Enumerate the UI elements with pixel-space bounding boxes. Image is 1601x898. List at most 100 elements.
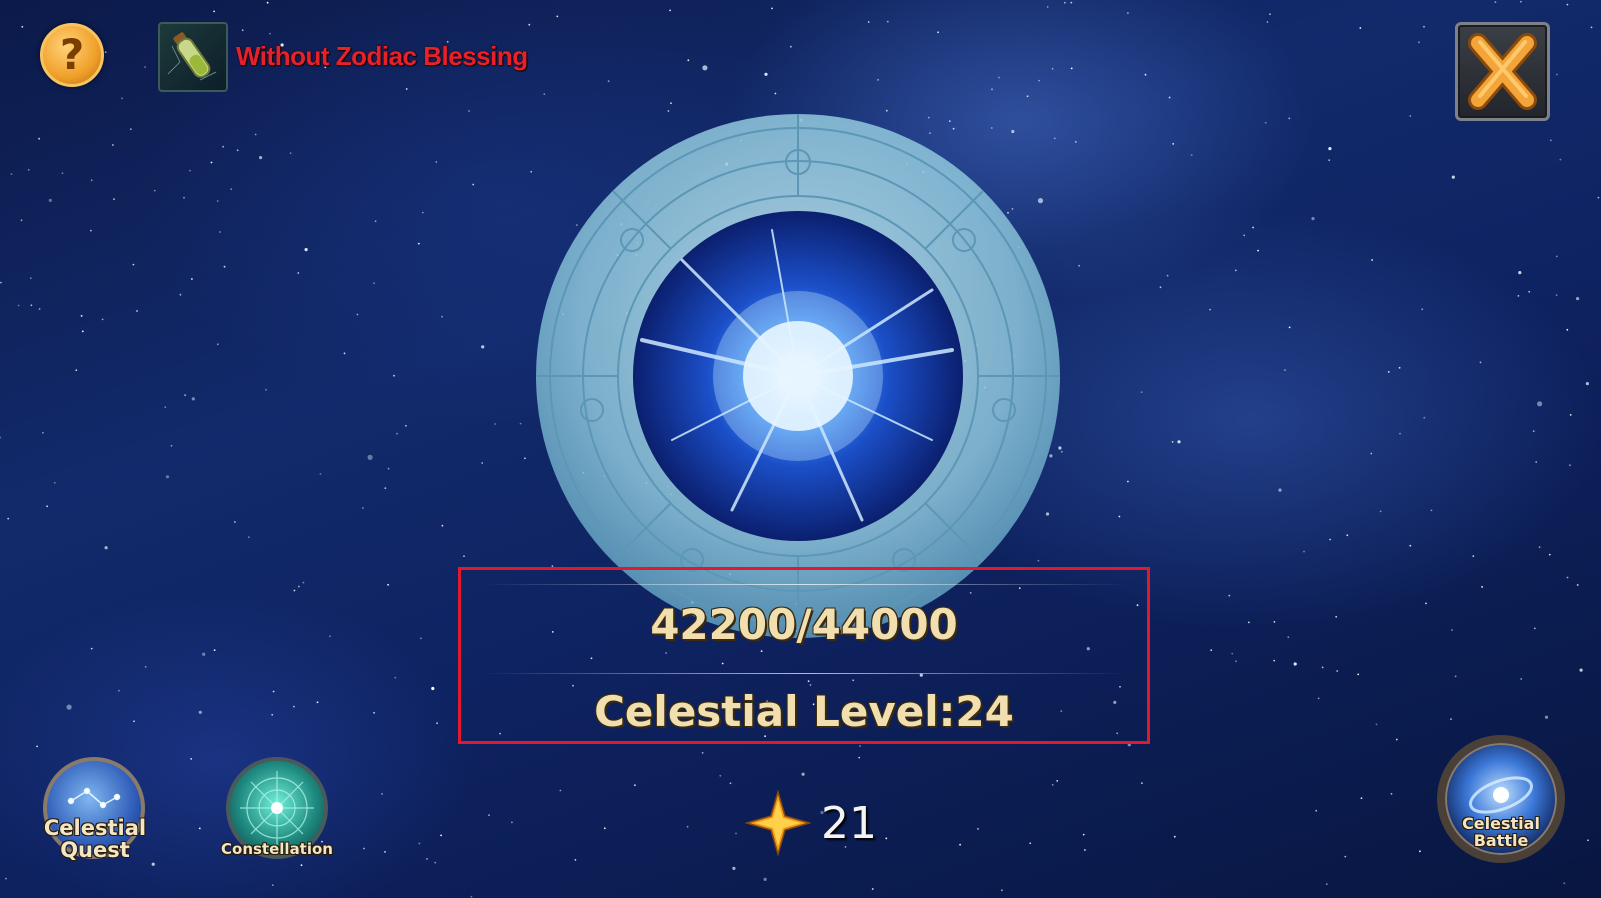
star-dot bbox=[1528, 290, 1531, 293]
star-dot bbox=[859, 745, 861, 747]
star-dot bbox=[1127, 12, 1129, 15]
star-dot bbox=[213, 10, 216, 13]
star-dot bbox=[774, 92, 777, 95]
star-dot bbox=[528, 23, 531, 26]
star-dot bbox=[1472, 555, 1475, 557]
star-dot bbox=[519, 422, 522, 425]
star-dot bbox=[136, 310, 138, 312]
star-dot bbox=[367, 454, 373, 460]
star-dot bbox=[1051, 783, 1054, 786]
help-button[interactable]: ? bbox=[40, 23, 104, 87]
star-dot bbox=[234, 521, 236, 523]
star-dot bbox=[381, 793, 383, 795]
star-dot bbox=[42, 431, 44, 434]
celestial-orb[interactable] bbox=[532, 110, 1064, 642]
star-dot bbox=[164, 406, 167, 409]
star-dot bbox=[38, 308, 41, 310]
star-dot bbox=[297, 272, 300, 274]
star-dot bbox=[1064, 1, 1066, 4]
star-dot bbox=[1481, 586, 1483, 588]
star-dot bbox=[667, 110, 670, 112]
star-dot bbox=[886, 20, 889, 23]
star-dot bbox=[104, 51, 107, 54]
celestial-level-text: Celestial Level:24 bbox=[594, 687, 1014, 736]
star-dot bbox=[990, 127, 993, 129]
star-dot bbox=[488, 814, 490, 816]
star-dot bbox=[393, 374, 395, 377]
star-dot bbox=[0, 281, 2, 284]
star-dot bbox=[1533, 627, 1536, 630]
star-dot bbox=[1576, 297, 1580, 301]
star-dot bbox=[1548, 553, 1551, 556]
star-dot bbox=[1011, 208, 1014, 210]
star-dot bbox=[269, 32, 271, 35]
star-dot bbox=[669, 9, 671, 12]
star-dot bbox=[1037, 559, 1040, 562]
star-dot bbox=[1029, 842, 1032, 845]
star-dot bbox=[1409, 115, 1412, 117]
star-dot bbox=[686, 825, 689, 828]
star-dot bbox=[1336, 670, 1339, 672]
star-dot bbox=[867, 21, 870, 23]
star-dot bbox=[1243, 234, 1246, 237]
star-dot bbox=[1532, 430, 1535, 432]
star-dot bbox=[417, 242, 420, 245]
celestial-battle-button[interactable]: Celestial Battle bbox=[1437, 735, 1565, 863]
divider-line bbox=[481, 673, 1127, 674]
star-dot bbox=[1423, 25, 1425, 28]
star-dot bbox=[1011, 129, 1015, 134]
star-dot bbox=[1566, 3, 1569, 6]
star-dot bbox=[387, 583, 389, 586]
celestial-battle-label: Celestial Battle bbox=[1462, 814, 1540, 850]
star-dot bbox=[468, 110, 470, 112]
star-dot bbox=[179, 293, 182, 296]
star-dot bbox=[90, 229, 92, 232]
star-dot bbox=[1576, 584, 1579, 586]
star-dot bbox=[426, 858, 428, 860]
star-dot bbox=[421, 211, 424, 214]
star-dot bbox=[1329, 538, 1331, 541]
star-dot bbox=[53, 482, 56, 484]
star-dot bbox=[1293, 662, 1297, 666]
star-dot bbox=[384, 851, 386, 853]
star-dot bbox=[441, 524, 444, 527]
star-dot bbox=[1248, 621, 1250, 624]
celestial-quest-button[interactable]: Celestial Quest bbox=[40, 757, 150, 867]
star-dot bbox=[871, 888, 874, 890]
star-dot bbox=[1070, 1, 1073, 4]
star-dot bbox=[543, 93, 546, 95]
star-dot bbox=[1273, 659, 1276, 662]
star-dot bbox=[729, 782, 732, 785]
star-dot bbox=[1058, 446, 1062, 450]
star-dot bbox=[1451, 629, 1453, 631]
celestial-exp-text: 42200/44000 bbox=[650, 600, 958, 649]
star-dot bbox=[190, 758, 193, 760]
star-dot bbox=[1303, 550, 1305, 553]
constellation-button[interactable]: Constellation bbox=[221, 757, 333, 867]
star-dot bbox=[293, 589, 296, 592]
star-dot bbox=[511, 821, 513, 824]
star-dot bbox=[1235, 660, 1237, 663]
star-dot bbox=[75, 369, 78, 372]
star-dot bbox=[1569, 464, 1571, 467]
star-dot bbox=[151, 862, 155, 866]
star-dot bbox=[1046, 6, 1049, 8]
star-dot bbox=[1118, 515, 1121, 518]
star-count-value: 21 bbox=[821, 797, 877, 849]
close-button[interactable] bbox=[1455, 22, 1550, 121]
star-dot bbox=[298, 585, 300, 588]
star-dot bbox=[191, 397, 195, 401]
star-dot bbox=[441, 315, 443, 318]
star-dot bbox=[1173, 835, 1176, 838]
star-dot bbox=[1346, 534, 1349, 537]
star-dot bbox=[1398, 366, 1401, 369]
potion-vial-icon[interactable] bbox=[158, 22, 228, 92]
star-dot bbox=[735, 832, 737, 835]
star-dot bbox=[271, 713, 274, 716]
star-dot bbox=[66, 704, 72, 710]
star-dot bbox=[991, 88, 993, 91]
question-mark-icon: ? bbox=[59, 30, 85, 79]
star-dot bbox=[1559, 158, 1562, 161]
star-dot bbox=[241, 29, 244, 32]
star-dot bbox=[254, 133, 257, 136]
